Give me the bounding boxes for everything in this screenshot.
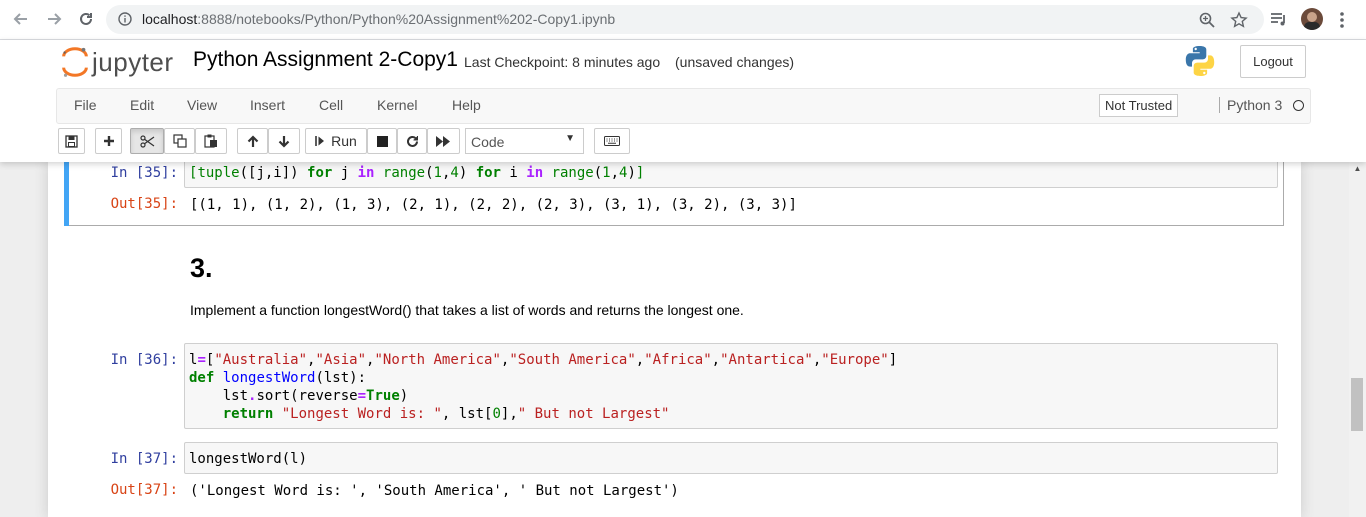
kernel-idle-icon: [1293, 100, 1304, 111]
address-bar[interactable]: localhost:8888/notebooks/Python/Python%2…: [106, 5, 1264, 34]
paste-icon: [204, 134, 217, 148]
output-prompt: Out[37]:: [110, 482, 178, 498]
run-label: Run: [331, 133, 357, 149]
command-palette-button[interactable]: [594, 128, 630, 154]
input-prompt: In [36]:: [110, 352, 178, 368]
menu-kernel[interactable]: Kernel: [377, 97, 417, 113]
restart-icon: [406, 135, 418, 147]
reload-button[interactable]: [74, 7, 98, 31]
save-button[interactable]: [58, 128, 85, 154]
input-prompt: In [37]:: [110, 451, 178, 467]
copy-icon: [172, 134, 187, 148]
zoom-icon[interactable]: [1198, 11, 1216, 29]
menu-edit[interactable]: Edit: [130, 97, 154, 113]
caret-down-icon: ▼: [565, 133, 575, 144]
save-icon: [65, 134, 78, 148]
fast-forward-icon: [436, 135, 450, 147]
cell-input-area[interactable]: [184, 442, 1278, 474]
url-path: :8888/notebooks/Python/Python%20Assignme…: [197, 11, 616, 27]
insert-cell-below-button[interactable]: [95, 128, 122, 154]
cell-output: ('Longest Word is: ', 'South America', '…: [190, 483, 679, 499]
forward-button[interactable]: [42, 7, 66, 31]
url-text[interactable]: localhost:8888/notebooks/Python/Python%2…: [142, 11, 615, 27]
cell-type-select[interactable]: Code ▼: [465, 128, 584, 154]
jupyter-logo-text: jupyter: [92, 47, 174, 77]
keyboard-icon: [604, 136, 620, 146]
checkpoint-status: Last Checkpoint: 8 minutes ago: [464, 54, 661, 70]
notebook-title[interactable]: Python Assignment 2-Copy1: [193, 48, 458, 72]
input-prompt: In [35]:: [110, 165, 178, 181]
avatar[interactable]: [1301, 8, 1323, 30]
cell-output: [(1, 1), (1, 2), (1, 3), (2, 1), (2, 2),…: [190, 197, 797, 213]
plus-icon: [103, 136, 114, 146]
forward-arrow-icon: [48, 13, 62, 25]
jupyter-header: jupyter Python Assignment 2-Copy1 Last C…: [0, 40, 1366, 162]
cut-cell-button[interactable]: [130, 128, 164, 154]
playlist-icon[interactable]: [1270, 11, 1288, 27]
trust-button[interactable]: Not Trusted: [1099, 94, 1179, 117]
cell-type-value: Code: [471, 134, 505, 150]
paste-cell-button[interactable]: [195, 128, 227, 154]
arrow-up-icon: [247, 134, 258, 147]
back-button[interactable]: [9, 7, 33, 31]
output-prompt: Out[35]:: [110, 196, 178, 212]
kernel-name: Python 3: [1219, 97, 1282, 113]
arrow-down-icon: [278, 135, 290, 148]
menu-help[interactable]: Help: [452, 97, 481, 113]
code-line[interactable]: [tuple([j,i]) for j in range(1,4) for i …: [189, 164, 644, 182]
menu-view[interactable]: View: [187, 97, 217, 113]
copy-cell-button[interactable]: [164, 128, 195, 154]
move-cell-down-button[interactable]: [268, 128, 300, 154]
move-cell-up-button[interactable]: [237, 128, 268, 154]
scissors-icon: [139, 134, 154, 148]
restart-kernel-button[interactable]: [397, 128, 427, 154]
restart-run-all-button[interactable]: [427, 128, 460, 154]
info-icon[interactable]: [118, 12, 132, 26]
python-logo-icon: [1185, 46, 1215, 76]
run-cell-button[interactable]: Run: [305, 128, 367, 154]
bookmark-star-icon[interactable]: [1230, 11, 1248, 29]
scroll-up-arrow-icon[interactable]: ▲: [1349, 162, 1366, 176]
scrollbar-thumb[interactable]: [1351, 378, 1363, 431]
interrupt-kernel-button[interactable]: [367, 128, 397, 154]
code-line[interactable]: longestWord(l): [189, 450, 307, 468]
markdown-paragraph: Implement a function longestWord() that …: [190, 302, 744, 318]
stop-icon: [376, 135, 388, 147]
unsaved-status: (unsaved changes): [675, 54, 795, 70]
more-vert-icon[interactable]: [1339, 11, 1345, 29]
markdown-heading: 3.: [190, 253, 213, 283]
menubar: File Edit View Insert Cell Kernel Help N…: [56, 88, 1311, 124]
step-forward-icon: [315, 136, 325, 146]
menu-file[interactable]: File: [74, 97, 97, 113]
reload-icon: [80, 12, 92, 25]
back-arrow-icon: [13, 13, 27, 25]
code-block[interactable]: l=["Australia","Asia","North America","S…: [189, 351, 897, 423]
menu-cell[interactable]: Cell: [319, 97, 343, 113]
scrollbar-track[interactable]: [1349, 162, 1366, 517]
browser-toolbar: localhost:8888/notebooks/Python/Python%2…: [0, 0, 1366, 40]
url-host: localhost: [142, 11, 198, 27]
jupyter-logo-icon[interactable]: [60, 45, 90, 79]
menu-insert[interactable]: Insert: [250, 97, 285, 113]
logout-button[interactable]: Logout: [1240, 45, 1306, 78]
